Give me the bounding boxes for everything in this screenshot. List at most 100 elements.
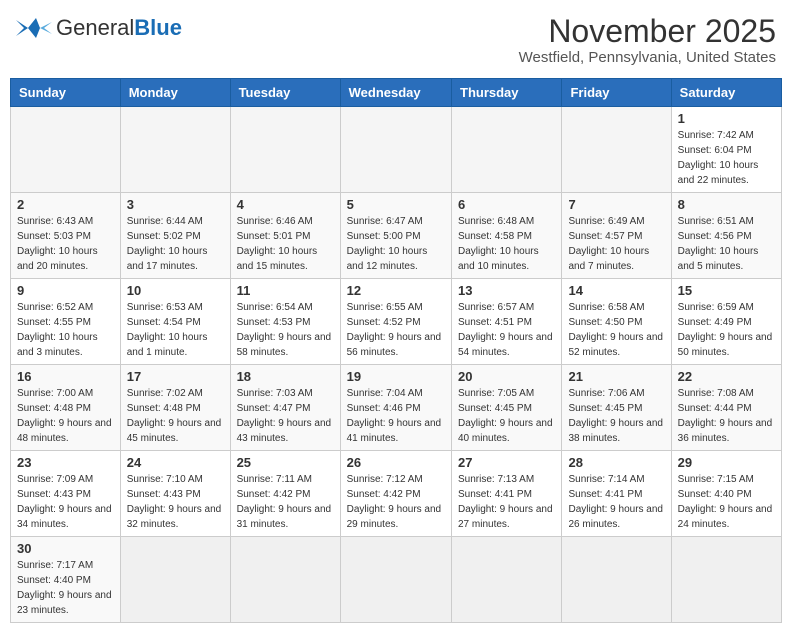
calendar-header-saturday: Saturday xyxy=(671,79,781,107)
page-header: GeneralBlue November 2025 Westfield, Pen… xyxy=(10,10,782,70)
calendar-header-thursday: Thursday xyxy=(452,79,562,107)
day-number: 3 xyxy=(127,197,224,212)
calendar-cell: 6 Sunrise: 6:48 AM Sunset: 4:58 PM Daylig… xyxy=(452,193,562,279)
calendar-cell xyxy=(230,537,340,623)
day-info: Sunrise: 6:57 AM Sunset: 4:51 PM Dayligh… xyxy=(458,300,555,360)
calendar-cell: 9 Sunrise: 6:52 AM Sunset: 4:55 PM Daylig… xyxy=(11,279,121,365)
day-number: 11 xyxy=(237,283,334,298)
day-info: Sunrise: 6:59 AM Sunset: 4:49 PM Dayligh… xyxy=(678,300,775,360)
day-info: Sunrise: 7:06 AM Sunset: 4:45 PM Dayligh… xyxy=(568,386,664,446)
day-number: 12 xyxy=(347,283,445,298)
day-info: Sunrise: 7:12 AM Sunset: 4:42 PM Dayligh… xyxy=(347,472,445,532)
calendar-cell: 26 Sunrise: 7:12 AM Sunset: 4:42 PM Dayli… xyxy=(340,451,451,537)
day-number: 16 xyxy=(17,369,114,384)
calendar-cell: 22 Sunrise: 7:08 AM Sunset: 4:44 PM Dayli… xyxy=(671,365,781,451)
calendar-week-row: 30 Sunrise: 7:17 AM Sunset: 4:40 PM Dayli… xyxy=(11,537,782,623)
calendar-cell: 4Sunrise: 6:46 AM Sunset: 5:01 PM Daylig… xyxy=(230,193,340,279)
day-info: Sunrise: 6:55 AM Sunset: 4:52 PM Dayligh… xyxy=(347,300,445,360)
calendar-cell: 12 Sunrise: 6:55 AM Sunset: 4:52 PM Dayli… xyxy=(340,279,451,365)
calendar-cell: 29Sunrise: 7:15 AM Sunset: 4:40 PM Dayli… xyxy=(671,451,781,537)
calendar-cell: 21 Sunrise: 7:06 AM Sunset: 4:45 PM Dayli… xyxy=(562,365,671,451)
calendar-header-monday: Monday xyxy=(120,79,230,107)
calendar-week-row: 1 Sunrise: 7:42 AM Sunset: 6:04 PM Daylig… xyxy=(11,107,782,193)
day-number: 22 xyxy=(678,369,775,384)
day-number: 2 xyxy=(17,197,114,212)
calendar-cell xyxy=(671,537,781,623)
day-number: 10 xyxy=(127,283,224,298)
logo: GeneralBlue xyxy=(16,14,182,42)
day-info: Sunrise: 6:58 AM Sunset: 4:50 PM Dayligh… xyxy=(568,300,664,360)
day-info: Sunrise: 7:13 AM Sunset: 4:41 PM Dayligh… xyxy=(458,472,555,532)
day-info: Sunrise: 6:43 AM Sunset: 5:03 PM Dayligh… xyxy=(17,214,114,274)
day-number: 1 xyxy=(678,111,775,126)
calendar-cell: 11 Sunrise: 6:54 AM Sunset: 4:53 PM Dayli… xyxy=(230,279,340,365)
day-info: Sunrise: 7:10 AM Sunset: 4:43 PM Dayligh… xyxy=(127,472,224,532)
day-number: 26 xyxy=(347,455,445,470)
day-number: 24 xyxy=(127,455,224,470)
calendar-cell xyxy=(230,107,340,193)
calendar-cell: 13 Sunrise: 6:57 AM Sunset: 4:51 PM Dayli… xyxy=(452,279,562,365)
calendar-cell: 16Sunrise: 7:00 AM Sunset: 4:48 PM Dayli… xyxy=(11,365,121,451)
calendar-cell: 1 Sunrise: 7:42 AM Sunset: 6:04 PM Daylig… xyxy=(671,107,781,193)
calendar-cell: 5 Sunrise: 6:47 AM Sunset: 5:00 PM Daylig… xyxy=(340,193,451,279)
day-number: 9 xyxy=(17,283,114,298)
calendar-week-row: 23 Sunrise: 7:09 AM Sunset: 4:43 PM Dayli… xyxy=(11,451,782,537)
calendar-week-row: 2 Sunrise: 6:43 AM Sunset: 5:03 PM Daylig… xyxy=(11,193,782,279)
day-info: Sunrise: 7:02 AM Sunset: 4:48 PM Dayligh… xyxy=(127,386,224,446)
day-number: 5 xyxy=(347,197,445,212)
day-number: 7 xyxy=(568,197,664,212)
day-number: 30 xyxy=(17,541,114,556)
calendar-cell: 20 Sunrise: 7:05 AM Sunset: 4:45 PM Dayli… xyxy=(452,365,562,451)
calendar-cell: 24 Sunrise: 7:10 AM Sunset: 4:43 PM Dayli… xyxy=(120,451,230,537)
calendar-cell: 28 Sunrise: 7:14 AM Sunset: 4:41 PM Dayli… xyxy=(562,451,671,537)
day-info: Sunrise: 7:09 AM Sunset: 4:43 PM Dayligh… xyxy=(17,472,114,532)
calendar-cell: 19 Sunrise: 7:04 AM Sunset: 4:46 PM Dayli… xyxy=(340,365,451,451)
day-info: Sunrise: 6:48 AM Sunset: 4:58 PM Dayligh… xyxy=(458,214,555,274)
day-info: Sunrise: 6:52 AM Sunset: 4:55 PM Dayligh… xyxy=(17,300,114,360)
day-info: Sunrise: 7:05 AM Sunset: 4:45 PM Dayligh… xyxy=(458,386,555,446)
calendar-cell: 17 Sunrise: 7:02 AM Sunset: 4:48 PM Dayli… xyxy=(120,365,230,451)
day-number: 28 xyxy=(568,455,664,470)
calendar-cell: 10Sunrise: 6:53 AM Sunset: 4:54 PM Dayli… xyxy=(120,279,230,365)
day-info: Sunrise: 6:44 AM Sunset: 5:02 PM Dayligh… xyxy=(127,214,224,274)
calendar-cell: 14 Sunrise: 6:58 AM Sunset: 4:50 PM Dayli… xyxy=(562,279,671,365)
calendar-cell xyxy=(562,107,671,193)
day-info: Sunrise: 7:17 AM Sunset: 4:40 PM Dayligh… xyxy=(17,558,114,618)
logo-bird-icon xyxy=(16,14,52,42)
day-number: 25 xyxy=(237,455,334,470)
calendar-header-sunday: Sunday xyxy=(11,79,121,107)
calendar-header-tuesday: Tuesday xyxy=(230,79,340,107)
day-info: Sunrise: 7:08 AM Sunset: 4:44 PM Dayligh… xyxy=(678,386,775,446)
calendar-cell xyxy=(340,107,451,193)
day-info: Sunrise: 7:42 AM Sunset: 6:04 PM Dayligh… xyxy=(678,128,775,188)
day-info: Sunrise: 6:47 AM Sunset: 5:00 PM Dayligh… xyxy=(347,214,445,274)
calendar: SundayMondayTuesdayWednesdayThursdayFrid… xyxy=(10,78,782,623)
day-info: Sunrise: 7:15 AM Sunset: 4:40 PM Dayligh… xyxy=(678,472,775,532)
location: Westfield, Pennsylvania, United States xyxy=(519,49,776,66)
day-number: 20 xyxy=(458,369,555,384)
calendar-cell: 15 Sunrise: 6:59 AM Sunset: 4:49 PM Dayli… xyxy=(671,279,781,365)
day-number: 17 xyxy=(127,369,224,384)
day-number: 19 xyxy=(347,369,445,384)
day-number: 13 xyxy=(458,283,555,298)
day-number: 8 xyxy=(678,197,775,212)
logo-text: GeneralBlue xyxy=(56,17,182,39)
calendar-cell xyxy=(11,107,121,193)
day-number: 6 xyxy=(458,197,555,212)
day-number: 23 xyxy=(17,455,114,470)
day-number: 14 xyxy=(568,283,664,298)
day-number: 27 xyxy=(458,455,555,470)
calendar-header-row: SundayMondayTuesdayWednesdayThursdayFrid… xyxy=(11,79,782,107)
day-number: 15 xyxy=(678,283,775,298)
title-area: November 2025 Westfield, Pennsylvania, U… xyxy=(519,14,776,66)
calendar-cell xyxy=(340,537,451,623)
calendar-cell xyxy=(120,537,230,623)
day-info: Sunrise: 7:04 AM Sunset: 4:46 PM Dayligh… xyxy=(347,386,445,446)
calendar-cell: 30 Sunrise: 7:17 AM Sunset: 4:40 PM Dayli… xyxy=(11,537,121,623)
calendar-cell: 25Sunrise: 7:11 AM Sunset: 4:42 PM Dayli… xyxy=(230,451,340,537)
calendar-cell: 2 Sunrise: 6:43 AM Sunset: 5:03 PM Daylig… xyxy=(11,193,121,279)
day-number: 21 xyxy=(568,369,664,384)
day-info: Sunrise: 6:54 AM Sunset: 4:53 PM Dayligh… xyxy=(237,300,334,360)
day-info: Sunrise: 7:14 AM Sunset: 4:41 PM Dayligh… xyxy=(568,472,664,532)
day-info: Sunrise: 7:03 AM Sunset: 4:47 PM Dayligh… xyxy=(237,386,334,446)
